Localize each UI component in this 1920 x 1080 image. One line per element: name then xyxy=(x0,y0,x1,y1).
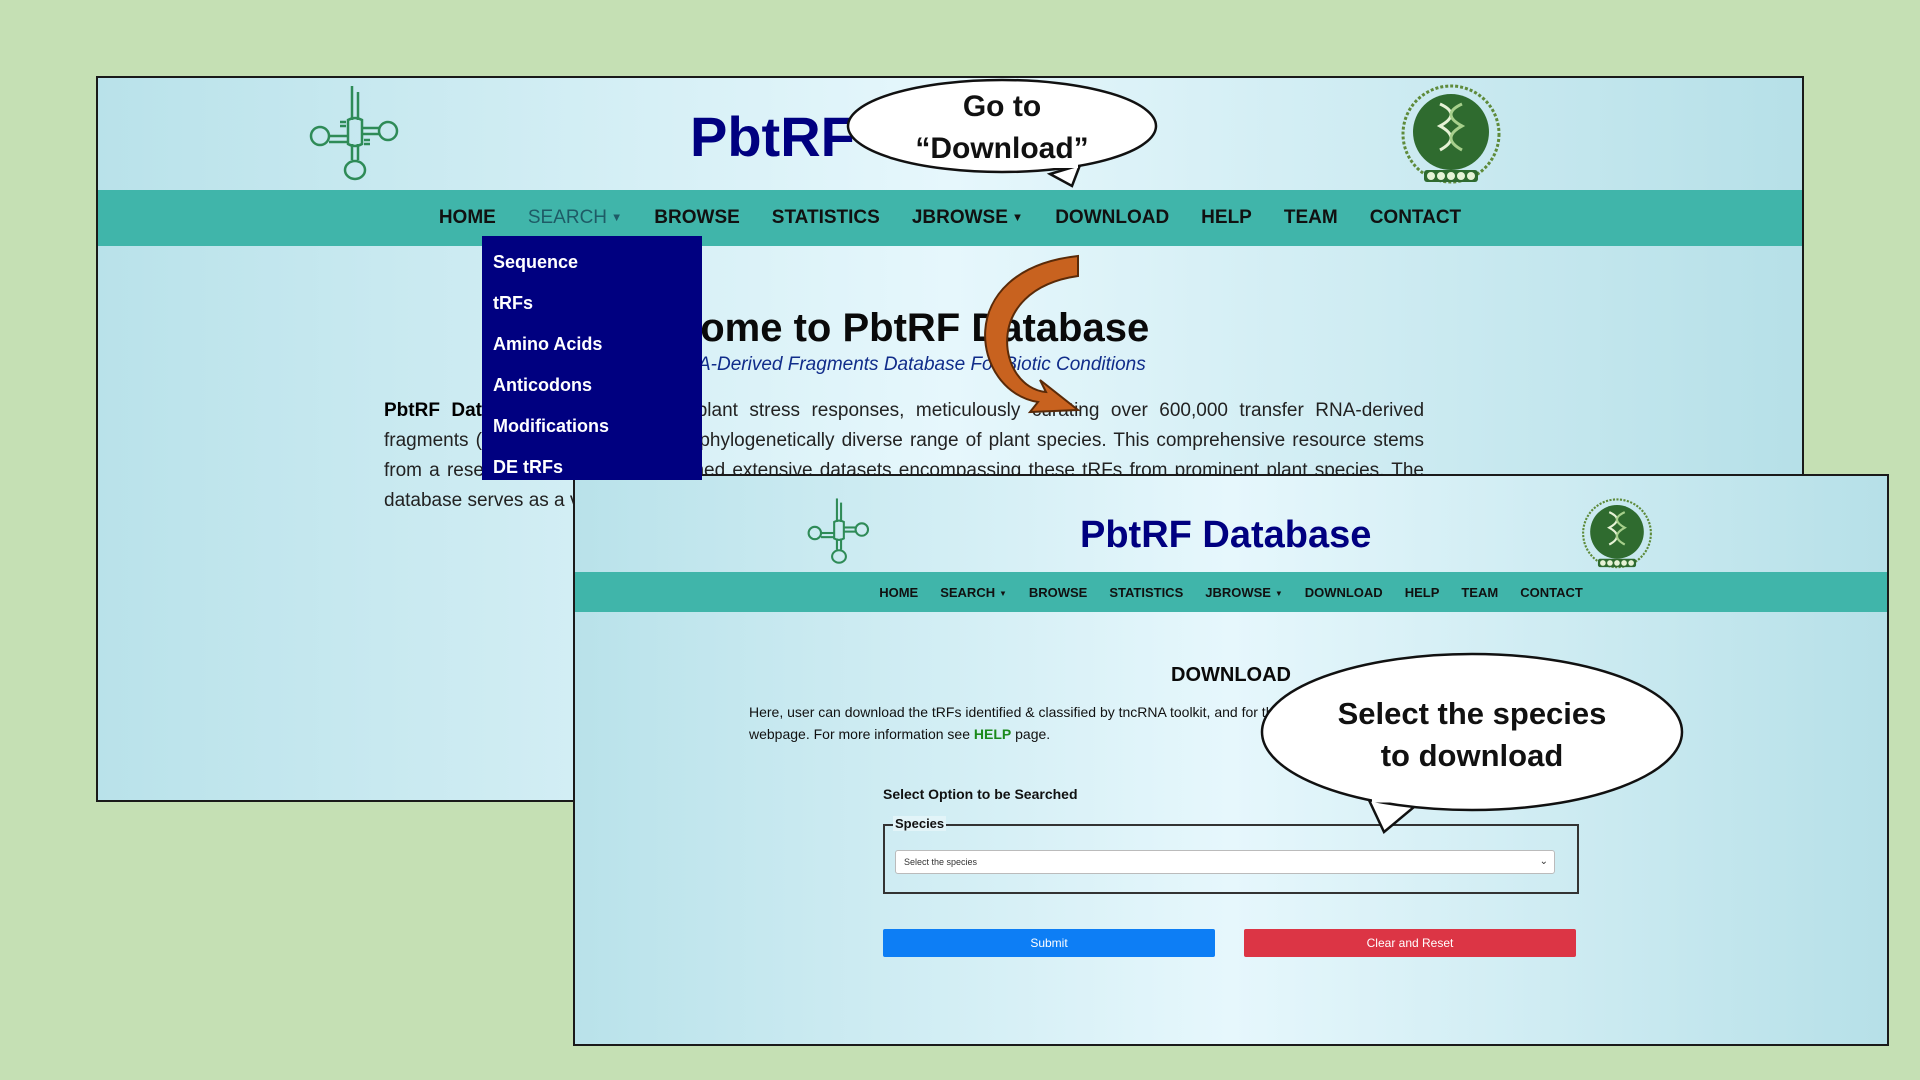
download-description-text: Here, user can download the tRFs identif… xyxy=(749,704,1670,742)
nav-statistics[interactable]: STATISTICS xyxy=(1109,585,1183,600)
nav-search[interactable]: SEARCH ▼ xyxy=(528,207,622,229)
nav-contact[interactable]: CONTACT xyxy=(1520,585,1583,600)
nav-home[interactable]: HOME xyxy=(439,207,496,229)
main-nav: HOME SEARCH ▼ BROWSE STATISTICS JBROWSE ▼ … xyxy=(98,190,1802,246)
nav-browse[interactable]: BROWSE xyxy=(654,207,740,229)
species-legend: Species xyxy=(893,816,947,831)
nav-team[interactable]: TEAM xyxy=(1461,585,1498,600)
chevron-down-icon: ⌄ xyxy=(1539,856,1548,867)
caret-down-icon: ▼ xyxy=(1274,588,1283,598)
species-fieldset: Species Select the species ⌄ xyxy=(883,816,1579,894)
nav-jbrowse[interactable]: JBROWSE ▼ xyxy=(912,207,1023,229)
site-header: PbtRF xyxy=(98,78,1802,190)
dropdown-item-modifications[interactable]: Modifications xyxy=(482,406,702,447)
nav-help[interactable]: HELP xyxy=(1201,207,1252,229)
dropdown-item-amino-acids[interactable]: Amino Acids xyxy=(482,324,702,365)
download-heading: DOWNLOAD xyxy=(1171,664,1291,686)
site-title: PbtRF xyxy=(690,105,855,168)
dropdown-item-de-trfs[interactable]: DE tRFs xyxy=(482,447,702,488)
nav-browse[interactable]: BROWSE xyxy=(1029,585,1088,600)
nav-contact[interactable]: CONTACT xyxy=(1370,207,1461,229)
caret-down-icon: ▼ xyxy=(999,588,1007,598)
download-description: Here, user can download the tRFs identif… xyxy=(749,701,1719,745)
main-nav: HOME SEARCH ▼ BROWSE STATISTICS JBROWSE ▼ … xyxy=(575,572,1887,612)
nav-download[interactable]: DOWNLOAD xyxy=(1055,207,1169,229)
welcome-heading: come to PbtRF Database xyxy=(678,306,1150,350)
nav-search[interactable]: SEARCH ▼ xyxy=(940,585,1007,600)
search-dropdown-menu: Sequence tRFs Amino Acids Anticodons Mod… xyxy=(482,236,702,480)
dropdown-item-trfs[interactable]: tRFs xyxy=(482,283,702,324)
welcome-subtitle: A-Derived Fragments Database For Biotic … xyxy=(698,354,1146,375)
intro-site-name: PbtRF Dat xyxy=(384,400,482,421)
download-page-screenshot: PbtRF Database HOME SEARCH ▼ BROWSE STATI… xyxy=(573,474,1889,1046)
species-select[interactable]: Select the species ⌄ xyxy=(895,850,1555,874)
trna-logo-icon xyxy=(309,86,399,181)
nav-jbrowse[interactable]: JBROWSE ▼ xyxy=(1205,585,1282,600)
site-header: PbtRF Database xyxy=(575,476,1887,572)
caret-down-icon: ▼ xyxy=(611,211,623,224)
download-description-end: page. xyxy=(1011,726,1051,742)
trna-logo-icon xyxy=(807,498,870,564)
nav-team[interactable]: TEAM xyxy=(1284,207,1338,229)
nav-home[interactable]: HOME xyxy=(879,585,918,600)
nav-search-label: SEARCH xyxy=(940,584,996,600)
nav-search-label: SEARCH xyxy=(527,207,608,228)
caret-down-icon: ▼ xyxy=(1011,211,1024,224)
help-link[interactable]: HELP xyxy=(974,726,1011,742)
clear-reset-button[interactable]: Clear and Reset xyxy=(1244,929,1576,957)
nav-jbrowse-label: JBROWSE xyxy=(1205,584,1271,600)
dropdown-item-anticodons[interactable]: Anticodons xyxy=(482,365,702,406)
nipgr-seal-icon xyxy=(1582,498,1652,569)
nav-help[interactable]: HELP xyxy=(1405,585,1440,600)
submit-button[interactable]: Submit xyxy=(883,929,1215,957)
select-option-label: Select Option to be Searched xyxy=(883,786,1078,802)
site-title: PbtRF Database xyxy=(1080,514,1372,556)
species-select-value: Select the species xyxy=(904,857,978,867)
dropdown-item-sequence[interactable]: Sequence xyxy=(482,242,702,283)
nav-download[interactable]: DOWNLOAD xyxy=(1305,585,1383,600)
nav-jbrowse-label: JBROWSE xyxy=(911,207,1008,228)
nipgr-seal-icon xyxy=(1401,84,1501,184)
nav-statistics[interactable]: STATISTICS xyxy=(772,207,880,229)
